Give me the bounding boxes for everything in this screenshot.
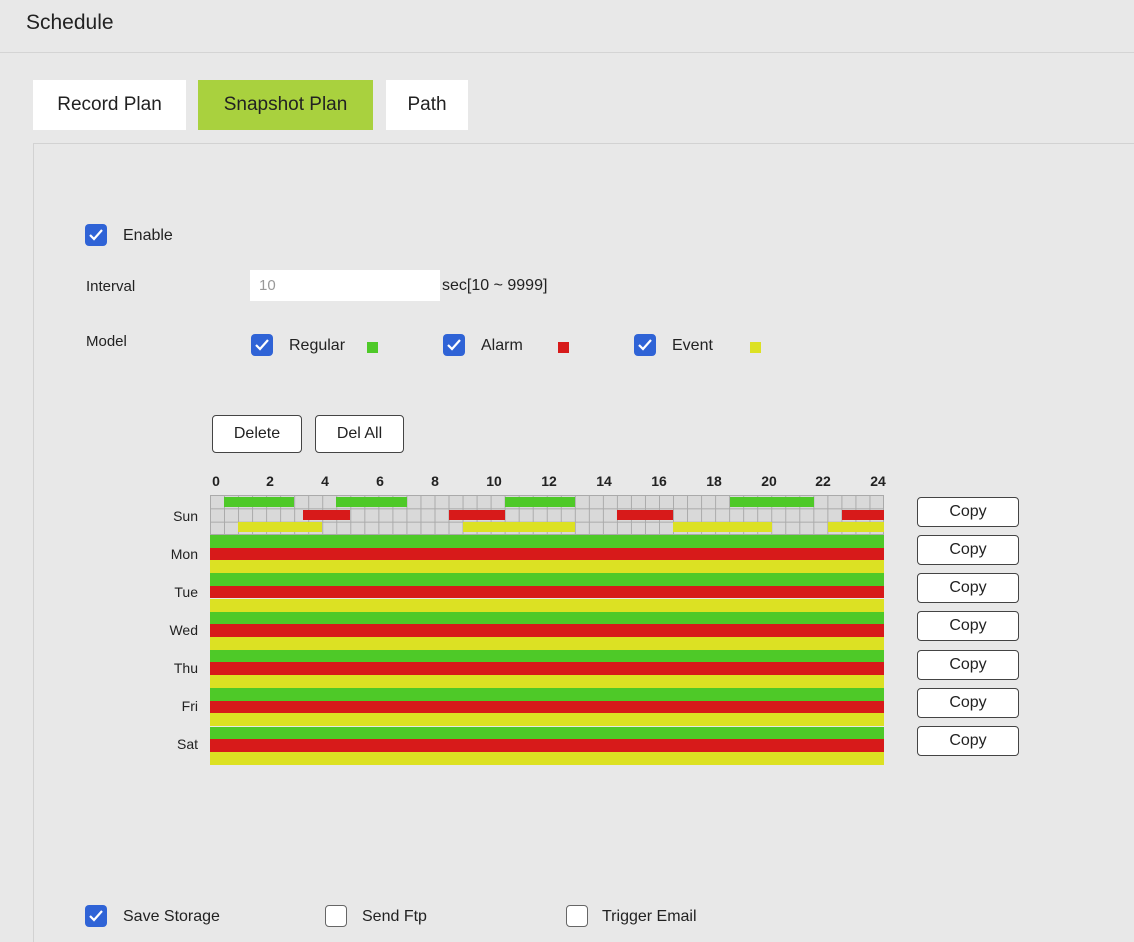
sun-alarm-segment (617, 510, 674, 520)
hour-label: 4 (321, 473, 329, 489)
wed-regular-bar[interactable] (210, 611, 884, 625)
del-all-button[interactable]: Del All (315, 415, 404, 453)
tue-event-bar[interactable] (210, 598, 884, 612)
day-label-thu: Thu (173, 660, 198, 676)
day-label-wed: Wed (169, 622, 198, 638)
event-checkbox[interactable] (634, 334, 656, 356)
hour-label: 12 (541, 473, 557, 489)
thu-event-bar[interactable] (210, 675, 884, 689)
hour-label: 20 (761, 473, 777, 489)
enable-label: Enable (123, 227, 173, 244)
tab-record-plan[interactable]: Record Plan (33, 80, 186, 130)
enable-checkbox[interactable] (85, 224, 107, 246)
sun-event-segment (673, 522, 772, 532)
page-title: Schedule (26, 11, 114, 34)
sun-alarm-segment (448, 510, 505, 520)
delete-button[interactable]: Delete (212, 415, 302, 453)
hour-label: 0 (212, 473, 220, 489)
hour-label: 24 (870, 473, 886, 489)
day-label-mon: Mon (170, 546, 198, 562)
thu-regular-bar[interactable] (210, 649, 884, 663)
sun-regular-segment (504, 497, 576, 507)
header: Schedule (0, 0, 1134, 53)
alarm-color-swatch (558, 342, 569, 353)
copy-button-thu[interactable]: Copy (917, 650, 1019, 680)
tab-path[interactable]: Path (386, 80, 468, 130)
interval-input[interactable] (250, 270, 440, 301)
trigger-email-checkbox[interactable] (566, 905, 588, 927)
hour-label: 8 (431, 473, 439, 489)
alarm-label: Alarm (481, 337, 523, 354)
sat-alarm-bar[interactable] (210, 739, 884, 752)
model-label: Model (86, 333, 127, 350)
interval-unit: sec[10 ~ 9999] (442, 277, 548, 294)
alarm-checkbox[interactable] (443, 334, 465, 356)
sun-event-segment (827, 522, 884, 532)
fri-event-bar[interactable] (210, 713, 884, 727)
sun-alarm-segment (302, 510, 351, 520)
fri-alarm-bar[interactable] (210, 700, 884, 714)
sun-regular-segment (336, 497, 407, 507)
copy-button-sun[interactable]: Copy (917, 497, 1019, 527)
copy-button-mon[interactable]: Copy (917, 535, 1019, 565)
copy-button-tue[interactable]: Copy (917, 573, 1019, 603)
event-color-swatch (750, 342, 761, 353)
thu-alarm-bar[interactable] (210, 662, 884, 675)
checkmark-icon (255, 339, 269, 351)
sun-event-segment (238, 522, 323, 532)
sat-regular-bar[interactable] (210, 726, 884, 739)
checkmark-icon (447, 339, 461, 351)
save-storage-label: Save Storage (123, 908, 220, 925)
save-storage-checkbox[interactable] (85, 905, 107, 927)
mon-regular-bar[interactable] (210, 535, 884, 548)
wed-event-bar[interactable] (210, 636, 884, 650)
checkmark-icon (89, 910, 103, 922)
tue-regular-bar[interactable] (210, 573, 884, 586)
day-label-sat: Sat (176, 736, 198, 752)
mon-event-bar[interactable] (210, 560, 884, 574)
sun-regular-segment (224, 497, 295, 507)
tab-snapshot-plan[interactable]: Snapshot Plan (198, 80, 373, 130)
interval-label: Interval (86, 278, 136, 295)
copy-button-sat[interactable]: Copy (917, 726, 1019, 756)
sat-event-bar[interactable] (210, 751, 884, 765)
regular-label: Regular (289, 337, 346, 354)
send-ftp-label: Send Ftp (362, 908, 427, 925)
trigger-email-label: Trigger Email (602, 908, 697, 925)
copy-button-wed[interactable]: Copy (917, 611, 1019, 641)
hour-label: 6 (376, 473, 384, 489)
hour-label: 16 (651, 473, 667, 489)
sun-regular-segment (729, 497, 814, 507)
hour-label: 10 (486, 473, 502, 489)
send-ftp-checkbox[interactable] (325, 905, 347, 927)
sun-alarm-segment (841, 510, 884, 520)
sun-event-segment (462, 522, 576, 532)
regular-checkbox[interactable] (251, 334, 273, 356)
hour-label: 22 (815, 473, 831, 489)
wed-alarm-bar[interactable] (210, 624, 884, 637)
day-label-sun: Sun (173, 508, 198, 524)
event-label: Event (672, 337, 713, 354)
day-label-tue: Tue (174, 584, 198, 600)
day-label-fri: Fri (181, 698, 198, 714)
checkmark-icon (638, 339, 652, 351)
regular-color-swatch (367, 342, 378, 353)
hour-label: 18 (706, 473, 722, 489)
checkmark-icon (89, 229, 103, 241)
copy-button-fri[interactable]: Copy (917, 688, 1019, 718)
hour-label: 2 (266, 473, 274, 489)
tue-alarm-bar[interactable] (210, 585, 884, 599)
mon-alarm-bar[interactable] (210, 547, 884, 560)
fri-regular-bar[interactable] (210, 688, 884, 701)
hour-label: 14 (596, 473, 612, 489)
